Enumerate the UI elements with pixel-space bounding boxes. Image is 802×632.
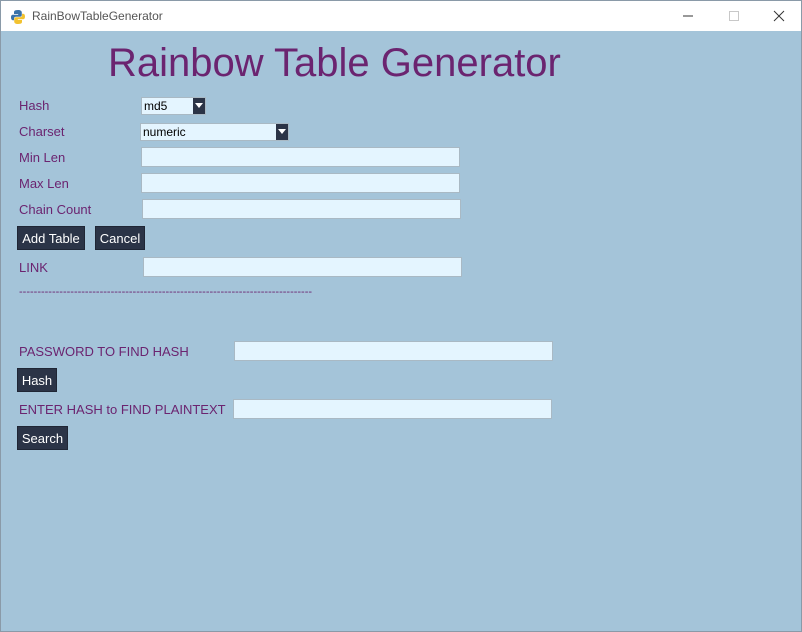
max-len-label: Max Len <box>19 176 69 191</box>
chevron-down-icon <box>278 129 286 134</box>
hash-select-value: md5 <box>144 99 168 113</box>
link-input[interactable] <box>143 257 462 277</box>
chevron-down-icon <box>195 103 203 108</box>
close-button[interactable] <box>756 1 802 31</box>
min-len-label: Min Len <box>19 150 66 165</box>
hash-select[interactable]: md5 <box>141 97 206 115</box>
maximize-icon <box>729 11 739 21</box>
page-title: Rainbow Table Generator <box>108 41 561 85</box>
minimize-icon <box>683 15 693 17</box>
link-label: LINK <box>19 260 48 275</box>
charset-select[interactable]: numeric <box>140 123 289 141</box>
separator-line: ----------------------------------------… <box>19 286 313 298</box>
cancel-button[interactable]: Cancel <box>95 226 145 250</box>
hash-label: Hash <box>19 98 50 113</box>
hash-input[interactable] <box>233 399 552 419</box>
charset-select-value: numeric <box>143 125 186 139</box>
title-bar: RainBowTableGenerator <box>1 1 801 31</box>
charset-label: Charset <box>19 124 65 139</box>
charset-select-arrow[interactable] <box>276 124 288 140</box>
close-icon <box>773 10 785 22</box>
app-window: RainBowTableGenerator Rainbow Table Gene… <box>0 0 802 632</box>
hash-button[interactable]: Hash <box>17 368 57 392</box>
python-icon <box>10 9 26 25</box>
chain-count-label: Chain Count <box>19 202 92 217</box>
password-input[interactable] <box>234 341 553 361</box>
chain-count-input[interactable] <box>142 199 461 219</box>
hash-select-arrow[interactable] <box>193 98 205 114</box>
add-table-button[interactable]: Add Table <box>17 226 85 250</box>
minimize-button[interactable] <box>665 1 711 31</box>
search-button[interactable]: Search <box>17 426 68 450</box>
window-title: RainBowTableGenerator <box>32 9 163 23</box>
maximize-button[interactable] <box>711 1 757 31</box>
max-len-input[interactable] <box>141 173 460 193</box>
password-label: PASSWORD TO FIND HASH <box>19 344 189 359</box>
hash-input-label: ENTER HASH to FIND PLAINTEXT <box>19 402 226 417</box>
min-len-input[interactable] <box>141 147 460 167</box>
